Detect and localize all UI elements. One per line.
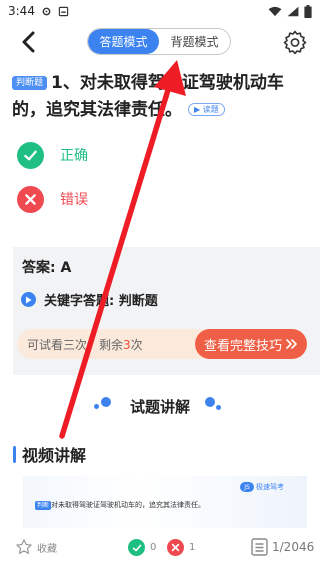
tab-answer-mode[interactable]: 答题模式	[88, 29, 159, 54]
check-circle-icon	[128, 539, 145, 556]
double-chevron-right-icon	[286, 339, 297, 349]
bottom-bar: 收藏 0 1 1/2046	[0, 530, 320, 569]
app-screen: 3:44 答题模式 背题模式 判断题 1、对未取得驾驶证驾驶机动车的，追究其法律责…	[0, 0, 320, 569]
option-wrong[interactable]: 错误	[17, 185, 217, 213]
question-type-badge: 判断题	[12, 76, 48, 90]
status-time: 3:44	[8, 4, 35, 18]
video-section-header: 视频讲解	[13, 443, 86, 465]
view-full-tips-button[interactable]: 查看完整技巧	[195, 329, 307, 359]
video-thumb-caption: 对未取得驾驶证驾驶机动车的，追究其法律责任。	[51, 501, 205, 509]
trial-text: 可试看三次，剩余3次	[27, 336, 143, 353]
brand-logo-mark: JS	[240, 482, 254, 492]
question-progress: 1/2046	[272, 540, 315, 554]
section-accent-bar	[13, 445, 16, 463]
favorite-button[interactable]: 收藏	[15, 538, 57, 556]
list-icon	[251, 538, 268, 556]
section-title-explanation: 试题讲解	[129, 398, 190, 416]
trial-remaining-count: 3	[123, 338, 131, 352]
tab-memorize-mode[interactable]: 背题模式	[159, 29, 230, 54]
decor-dot-right-large	[205, 397, 215, 407]
wrong-count-value: 1	[189, 542, 196, 553]
brand-logo: JS 极速驾考	[240, 482, 284, 492]
status-bar: 3:44	[0, 0, 320, 22]
keyword-row: 关键字答题: 判断题	[21, 290, 158, 309]
video-thumbnail[interactable]: 判断 对未取得驾驶证驾驶机动车的，追究其法律责任。 JS 极速驾考	[23, 476, 307, 528]
view-full-tips-label: 查看完整技巧	[203, 338, 282, 354]
mode-toggle: 答题模式 背题模式	[87, 28, 231, 55]
video-thumb-badge: 判断	[35, 501, 52, 510]
question-text: 1、对未取得驾驶证驾驶机动车的，追究其法律责任。	[12, 73, 284, 120]
wifi-icon	[268, 6, 282, 16]
question-text-block: 判断题 1、对未取得驾驶证驾驶机动车的，追究其法律责任。 ▶ 读题	[12, 70, 312, 124]
read-question-button[interactable]: ▶ 读题	[188, 103, 225, 116]
wrong-count: 1	[167, 539, 195, 556]
trial-prefix: 可试看三次，剩余	[27, 338, 124, 352]
answer-panel: 答案: A 关键字答题: 判断题 可试看三次，剩余3次 查看完整技巧	[13, 247, 320, 375]
chevron-left-icon	[22, 31, 35, 53]
option-correct[interactable]: 正确	[17, 141, 217, 169]
trial-bar: 可试看三次，剩余3次 查看完整技巧	[17, 329, 307, 359]
answer-text: 答案: A	[22, 260, 72, 276]
signal-icon	[287, 6, 299, 16]
video-section-title: 视频讲解	[22, 446, 87, 465]
gear-icon	[283, 30, 307, 54]
back-button[interactable]	[14, 28, 42, 56]
favorite-label: 收藏	[37, 543, 57, 555]
trial-suffix: 次	[130, 338, 143, 352]
decor-dot-right	[216, 405, 221, 410]
settings-button[interactable]	[281, 28, 309, 56]
x-circle-icon	[167, 539, 184, 556]
star-icon	[16, 539, 32, 554]
correct-count-value: 0	[150, 542, 157, 553]
battery-icon	[304, 4, 312, 18]
header: 答题模式 背题模式	[0, 22, 320, 62]
brand-logo-text: 极速驾考	[256, 483, 284, 491]
keyword-answer-text: 关键字答题: 判断题	[44, 294, 158, 309]
notification-box-icon	[58, 6, 69, 16]
settings-gear-icon	[42, 7, 51, 15]
question-list-button[interactable]: 1/2046	[251, 538, 314, 556]
play-icon[interactable]	[21, 292, 36, 307]
option-correct-label: 正确	[60, 148, 88, 164]
x-circle-icon	[17, 185, 44, 213]
option-wrong-label: 错误	[60, 192, 88, 208]
correct-count: 0	[128, 539, 156, 556]
check-circle-icon	[17, 141, 44, 169]
